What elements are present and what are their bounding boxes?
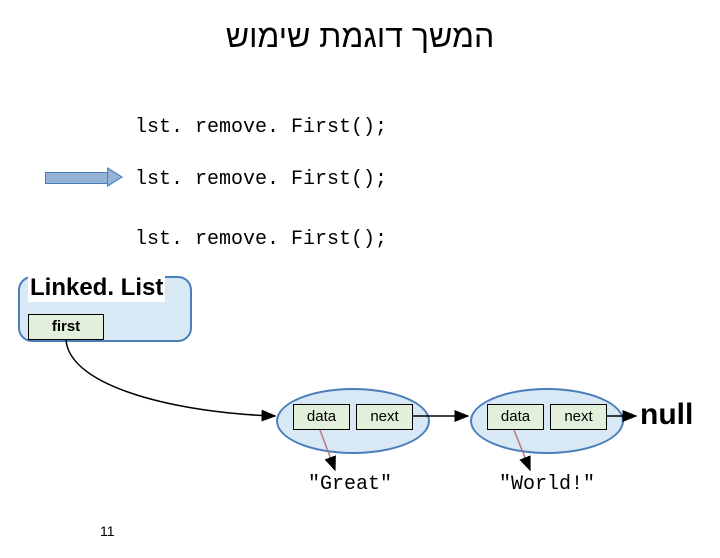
first-field: first	[28, 314, 104, 340]
node-1-next-field: next	[356, 404, 413, 430]
code-line-3: lst. remove. First();	[135, 228, 387, 251]
null-label: null	[640, 398, 693, 432]
node-2-data-field: data	[487, 404, 544, 430]
pointer-arrow-icon	[45, 169, 125, 185]
linkedlist-label: Linked. List	[28, 274, 165, 302]
node-1-data-field: data	[293, 404, 350, 430]
node-2-next-field: next	[550, 404, 607, 430]
page-number: 11	[100, 523, 115, 539]
code-line-1: lst. remove. First();	[135, 116, 387, 139]
node-1-data-value: "Great"	[280, 473, 420, 496]
code-line-2: lst. remove. First();	[135, 168, 387, 191]
node-2-data-value: "World!"	[472, 473, 622, 496]
slide-title: המשך דוגמת שימוש	[0, 18, 720, 55]
